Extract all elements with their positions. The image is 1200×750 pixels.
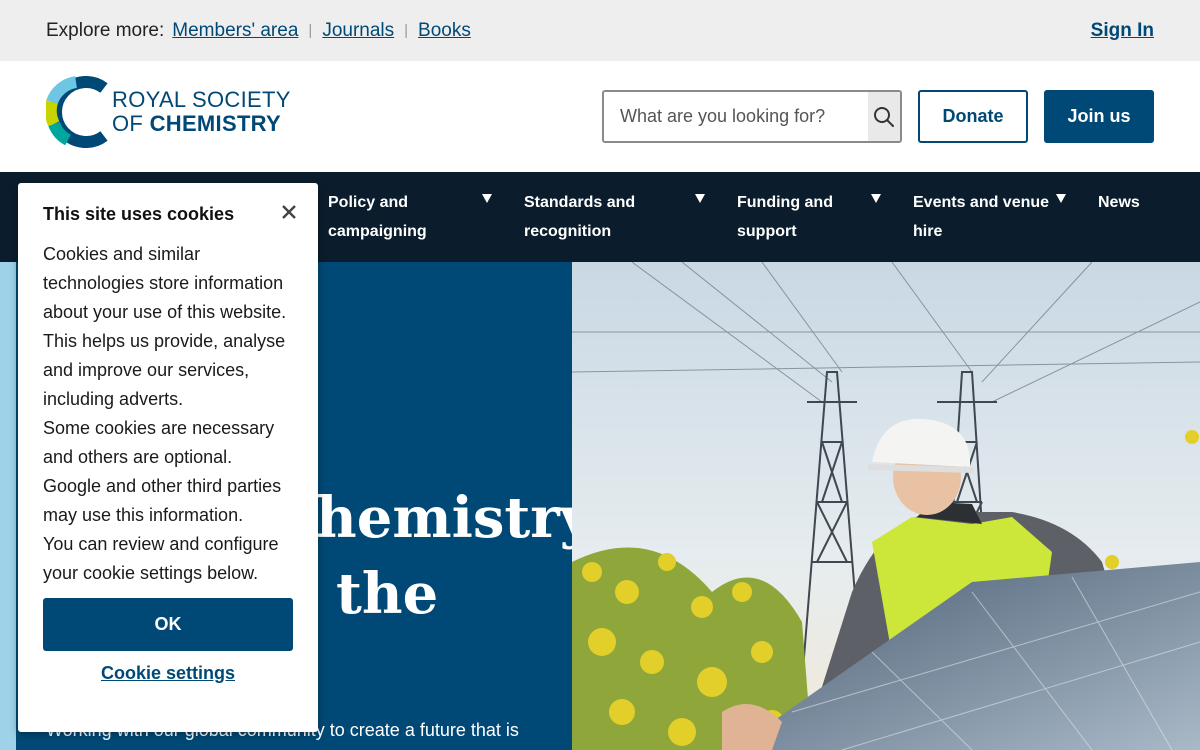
cookie-settings-link[interactable]: Cookie settings	[43, 663, 293, 684]
logo-wordmark: ROYAL SOCIETY OF CHEMISTRY	[112, 88, 291, 136]
search-icon	[874, 106, 894, 127]
close-button[interactable]	[278, 201, 300, 223]
hero-image	[572, 262, 1200, 750]
utility-bar: Explore more: Members' area | Journals |…	[0, 0, 1200, 61]
journals-link[interactable]: Journals	[322, 20, 394, 42]
cookie-dialog: This site uses cookies Cookies and simil…	[18, 183, 318, 732]
sign-in-link[interactable]: Sign In	[1091, 20, 1154, 42]
logo-line-1: ROYAL SOCIETY	[112, 87, 291, 112]
site-logo[interactable]: ROYAL SOCIETY OF CHEMISTRY	[46, 76, 306, 148]
nav-label-line2: support	[737, 223, 797, 240]
site-header: ROYAL SOCIETY OF CHEMISTRY Donate Join u…	[0, 61, 1200, 172]
nav-label-line1: Funding and	[737, 194, 833, 211]
members-area-link[interactable]: Members' area	[172, 20, 298, 42]
separator: |	[308, 22, 313, 39]
search-button[interactable]	[868, 92, 900, 141]
cookie-title: This site uses cookies	[43, 204, 235, 224]
nav-label-line1: News	[1098, 194, 1140, 211]
hero-accent-strip	[0, 262, 16, 750]
cookie-paragraph: You can review and configure your cookie…	[43, 534, 279, 583]
nav-label-line1: Events and venue	[913, 194, 1050, 211]
join-us-button[interactable]: Join us	[1044, 90, 1154, 143]
triangle-down-icon[interactable]	[1056, 194, 1066, 203]
nav-label-line2: campaigning	[328, 223, 427, 240]
triangle-down-icon[interactable]	[871, 194, 881, 203]
cookie-paragraph: Some cookies are necessary and others ar…	[43, 418, 282, 525]
triangle-down-icon[interactable]	[695, 194, 705, 203]
search-input[interactable]	[604, 92, 868, 141]
triangle-down-icon[interactable]	[482, 194, 492, 203]
explore-label: Explore more:	[46, 19, 165, 41]
rsc-logo-icon	[46, 76, 108, 148]
nav-item-funding[interactable]: Funding and support	[737, 188, 833, 246]
logo-line-2-bold: CHEMISTRY	[149, 111, 282, 136]
cookie-body: Cookies and similar technologies store i…	[43, 240, 293, 588]
nav-item-news[interactable]: News	[1098, 188, 1140, 217]
cookie-paragraph: Cookies and similar technologies store i…	[43, 244, 287, 409]
hero-photo-illustration	[572, 262, 1200, 750]
nav-item-policy[interactable]: Policy and campaigning	[328, 188, 427, 246]
search-box	[602, 90, 902, 143]
ok-button[interactable]: OK	[43, 598, 293, 651]
logo-line-2-prefix: OF	[112, 111, 150, 136]
nav-item-standards[interactable]: Standards and recognition	[524, 188, 635, 246]
explore-more: Explore more: Members' area | Journals |…	[46, 20, 471, 42]
close-icon	[282, 205, 296, 219]
nav-label-line2: hire	[913, 223, 943, 240]
nav-label-line1: Policy and	[328, 194, 409, 211]
nav-label-line1: Standards and	[524, 194, 636, 211]
logo-line-2: OF CHEMISTRY	[112, 112, 291, 136]
nav-item-events[interactable]: Events and venue hire	[913, 188, 1049, 246]
donate-button[interactable]: Donate	[918, 90, 1028, 143]
nav-label-line2: recognition	[524, 223, 612, 240]
separator: |	[404, 22, 409, 39]
books-link[interactable]: Books	[418, 20, 471, 42]
